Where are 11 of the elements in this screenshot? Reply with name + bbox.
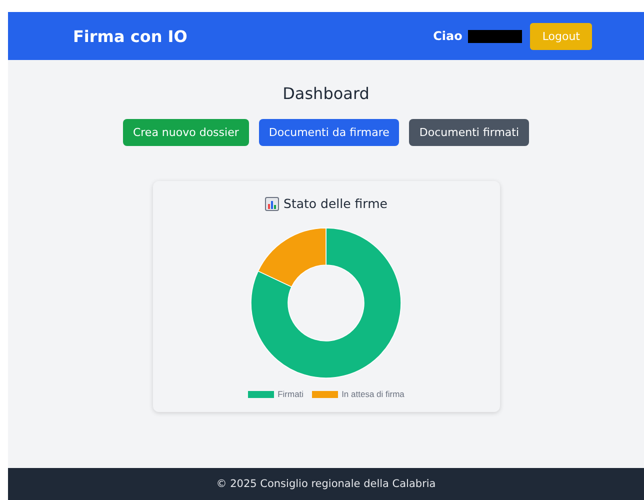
action-button[interactable]: Documenti da firmare [258, 119, 400, 146]
greeting: Ciao [433, 29, 462, 43]
bar-chart-icon [264, 196, 279, 210]
legend-label: Firmati [278, 389, 304, 399]
action-button[interactable]: Documenti firmati [409, 119, 530, 146]
page-title: Dashboard [282, 84, 370, 103]
copyright-text: © 2025 Consiglio regionale della Calabria [216, 478, 436, 490]
action-button[interactable]: Crea nuovo dossier [122, 119, 249, 146]
app-title: Firma con IO [73, 26, 188, 46]
chart-title: Stato delle firme [284, 196, 388, 211]
legend-label: In attesa di firma [342, 389, 404, 399]
